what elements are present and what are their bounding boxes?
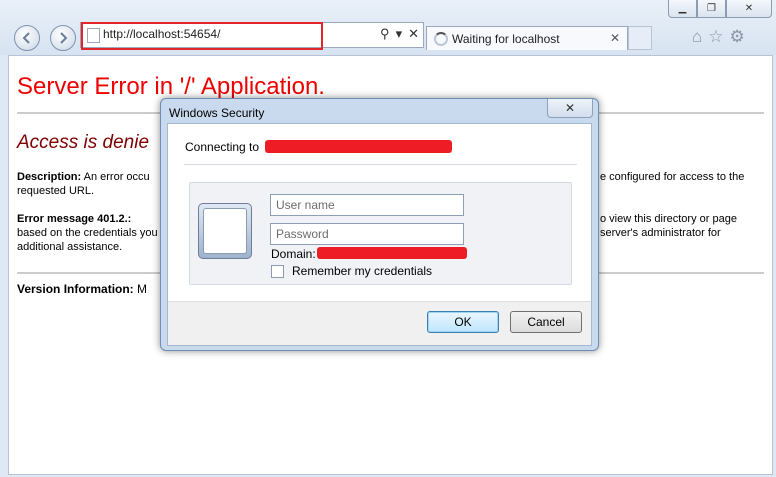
error-line3: additional assistance. bbox=[17, 241, 123, 253]
address-highlight-box bbox=[81, 22, 323, 50]
redacted-domain bbox=[317, 247, 467, 259]
remember-label: Remember my credentials bbox=[292, 264, 433, 278]
error-line2-right: server's administrator for bbox=[600, 227, 721, 239]
tab-title: Waiting for localhost bbox=[452, 32, 560, 46]
description-label: Description: bbox=[17, 171, 82, 183]
loading-spinner-icon bbox=[434, 32, 448, 46]
close-window-button[interactable]: ✕ bbox=[726, 0, 772, 18]
minimize-button[interactable]: ▁ bbox=[668, 0, 697, 18]
domain-label: Domain: bbox=[271, 247, 316, 261]
user-tile-icon bbox=[198, 203, 252, 259]
browser-chrome: ▁ ❐ ✕ http://localhost:54654/ ⚲ ▾ ✕ Wait… bbox=[0, 0, 776, 55]
access-denied-heading: Access is denie bbox=[17, 132, 150, 153]
redacted-server-name bbox=[265, 140, 452, 153]
page-title: Server Error in '/' Application. bbox=[17, 73, 325, 100]
arrow-right-icon bbox=[60, 32, 68, 44]
description-left: Description: An error occu bbox=[17, 170, 150, 184]
dialog-divider bbox=[184, 164, 577, 165]
connecting-label: Connecting to bbox=[185, 140, 260, 154]
dialog-close-button[interactable]: ✕ bbox=[547, 99, 593, 118]
version-text: M bbox=[137, 282, 148, 296]
version-info: Version Information: M bbox=[17, 282, 147, 296]
dialog-body: Connecting to Domain: Remember my creden… bbox=[167, 123, 592, 346]
restore-button[interactable]: ❐ bbox=[697, 0, 726, 18]
window-controls: ▁ ❐ ✕ bbox=[668, 0, 772, 18]
credential-panel: Domain: Remember my credentials bbox=[189, 182, 572, 285]
version-label: Version Information: bbox=[17, 282, 134, 296]
forward-button[interactable] bbox=[50, 25, 76, 51]
error-text-right: o view this directory or page bbox=[600, 213, 737, 225]
cancel-button[interactable]: Cancel bbox=[510, 311, 582, 333]
home-icon[interactable]: ⌂ bbox=[692, 27, 702, 47]
tab-localhost[interactable]: Waiting for localhost ✕ bbox=[426, 26, 628, 50]
description-text: An error occu bbox=[83, 171, 150, 183]
stop-icon[interactable]: ✕ bbox=[408, 26, 419, 42]
description-right: e configured for access to the bbox=[600, 171, 745, 183]
remember-credentials[interactable]: Remember my credentials bbox=[271, 264, 432, 278]
dialog-footer: OK Cancel bbox=[168, 301, 591, 345]
username-field[interactable] bbox=[270, 194, 464, 216]
tab-close-icon[interactable]: ✕ bbox=[610, 31, 620, 45]
remember-checkbox[interactable] bbox=[271, 264, 284, 278]
favorites-star-icon[interactable]: ☆ bbox=[708, 27, 723, 47]
arrow-left-icon bbox=[22, 32, 30, 44]
windows-security-dialog: Windows Security ✕ Connecting to Domain:… bbox=[160, 98, 599, 351]
dropdown-icon[interactable]: ▾ bbox=[396, 26, 403, 42]
error-line2-left: based on the credentials you bbox=[17, 227, 158, 239]
back-button[interactable] bbox=[14, 25, 40, 51]
password-field[interactable] bbox=[270, 223, 464, 245]
description-line2: requested URL. bbox=[17, 185, 95, 197]
gear-icon[interactable]: ⚙ bbox=[730, 27, 745, 47]
error-message-label: Error message 401.2.: bbox=[17, 213, 132, 225]
ok-button[interactable]: OK bbox=[427, 311, 499, 333]
new-tab-button[interactable] bbox=[628, 26, 652, 50]
search-icon[interactable]: ⚲ bbox=[380, 26, 390, 42]
dialog-title: Windows Security bbox=[169, 106, 265, 120]
